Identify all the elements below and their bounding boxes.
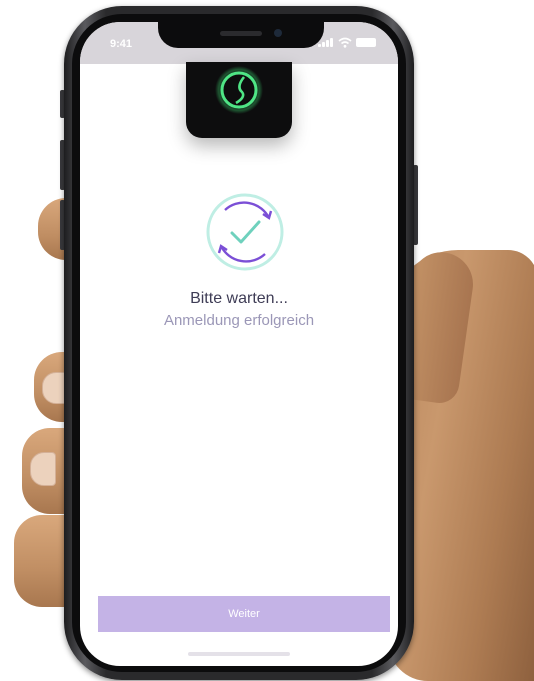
battery-icon <box>356 38 376 47</box>
status-time: 9:41 <box>110 38 133 50</box>
speaker-grille <box>220 31 262 36</box>
wifi-icon <box>338 37 352 48</box>
front-camera <box>274 29 282 37</box>
wait-title: Bitte warten... <box>190 290 288 307</box>
continue-button[interactable]: Weiter <box>98 596 390 632</box>
phone-screen: 9:41 Bitte warten... Anmeldung erfolgrei… <box>80 22 398 666</box>
fingernail <box>30 452 56 486</box>
sync-check-icon <box>206 193 284 271</box>
app-logo-icon <box>215 66 263 114</box>
app-logo <box>186 62 292 138</box>
login-success-subtitle: Anmeldung erfolgreich <box>163 312 315 329</box>
device-mockup: 9:41 Bitte warten... Anmeldung erfolgrei… <box>0 0 534 681</box>
status-icons <box>318 37 378 49</box>
home-indicator <box>188 652 290 656</box>
notch <box>158 22 324 48</box>
